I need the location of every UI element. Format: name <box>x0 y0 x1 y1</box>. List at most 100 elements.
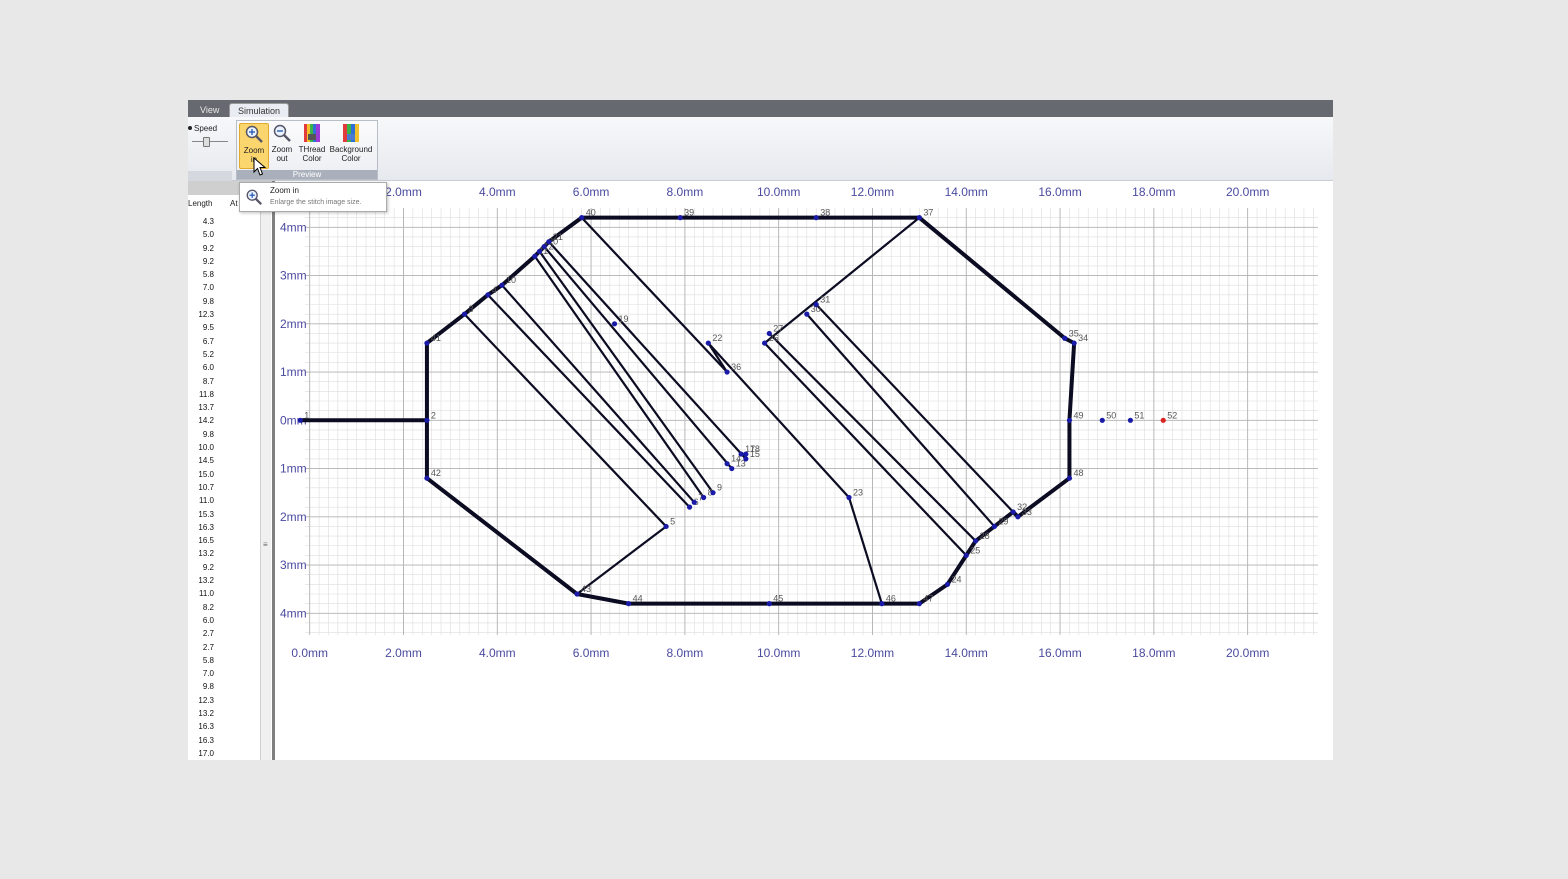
length-row[interactable]: 16.5 <box>192 534 214 547</box>
stitch-point[interactable] <box>625 601 632 607</box>
length-row[interactable]: 9.8 <box>192 295 214 308</box>
length-row[interactable]: 8.7 <box>192 375 214 388</box>
stitch-point[interactable] <box>724 369 730 375</box>
stitch-point[interactable] <box>710 490 716 496</box>
stitch-point[interactable] <box>973 538 979 544</box>
length-row[interactable]: 12.3 <box>192 308 214 321</box>
stitch-point[interactable] <box>846 494 852 501</box>
length-row[interactable]: 5.8 <box>192 268 214 281</box>
length-row[interactable]: 17.0 <box>192 747 214 760</box>
column-header-length[interactable]: Length <box>188 199 212 208</box>
stitch-point[interactable] <box>1127 417 1134 423</box>
stitch-point[interactable] <box>1066 475 1073 481</box>
stitch-point[interactable] <box>766 330 772 337</box>
stitch-point[interactable] <box>879 601 885 607</box>
length-row[interactable]: 16.3 <box>192 720 214 733</box>
length-row[interactable]: 7.0 <box>192 667 214 680</box>
stitch-point[interactable] <box>944 581 951 587</box>
panel-splitter[interactable]: ≡ <box>260 195 271 760</box>
length-row[interactable]: 11.0 <box>192 587 214 600</box>
length-row[interactable]: 13.2 <box>192 707 214 720</box>
stitch-point[interactable] <box>762 340 768 346</box>
stitch-point[interactable] <box>1015 514 1021 520</box>
stitch-point[interactable] <box>663 523 669 530</box>
stitch-point[interactable] <box>424 475 430 481</box>
length-row[interactable]: 9.2 <box>192 242 214 255</box>
length-row[interactable]: 2.7 <box>192 627 214 640</box>
tab-simulation[interactable]: Simulation <box>229 103 290 118</box>
length-row[interactable]: 9.8 <box>192 428 214 441</box>
length-row[interactable]: 12.3 <box>192 694 214 707</box>
zoom-out-button[interactable]: Zoom out <box>270 123 294 167</box>
stitch-point[interactable] <box>729 465 735 472</box>
stitch-point[interactable] <box>813 301 819 308</box>
stitch-point[interactable] <box>916 601 922 607</box>
length-row[interactable]: 6.0 <box>192 361 214 374</box>
stitch-point[interactable] <box>499 282 505 288</box>
length-row[interactable]: 13.7 <box>192 401 214 414</box>
stitch-point[interactable] <box>1071 340 1077 346</box>
stitch-point[interactable] <box>677 215 683 221</box>
stitch-point[interactable] <box>532 253 538 259</box>
stitch-point[interactable] <box>813 215 819 221</box>
speed-slider-track[interactable] <box>192 141 228 142</box>
length-row[interactable]: 9.8 <box>192 680 214 693</box>
stitch-point[interactable] <box>1066 417 1073 423</box>
length-row[interactable]: 15.0 <box>192 468 214 481</box>
length-row[interactable]: 10.0 <box>192 441 214 454</box>
speed-slider-handle[interactable] <box>203 137 210 147</box>
length-row[interactable]: 7.0 <box>192 281 214 294</box>
length-row[interactable]: 5.2 <box>192 348 214 361</box>
length-row[interactable]: 9.2 <box>192 255 214 268</box>
stitch-point[interactable] <box>691 499 697 505</box>
length-row[interactable]: 16.3 <box>192 521 214 534</box>
stitch-point[interactable] <box>424 340 430 346</box>
stitch-point[interactable] <box>743 456 749 462</box>
length-row[interactable]: 13.2 <box>192 547 214 560</box>
stitch-point[interactable] <box>1160 417 1166 423</box>
stitch-canvas[interactable]: 0.0mm0.0mm2.0mm2.0mm4.0mm4.0mm6.0mm6.0mm… <box>275 181 1332 760</box>
stitch-point[interactable] <box>485 292 491 298</box>
length-row[interactable]: 11.8 <box>192 388 214 401</box>
length-row[interactable]: 6.0 <box>192 614 214 627</box>
length-row[interactable]: 5.8 <box>192 654 214 667</box>
length-row[interactable]: 16.3 <box>192 734 214 747</box>
stitch-point[interactable] <box>1010 509 1016 515</box>
stitch-point[interactable] <box>424 417 430 423</box>
stitch-point[interactable] <box>766 601 772 607</box>
stitch-point[interactable] <box>738 451 744 457</box>
stitch-point[interactable] <box>461 311 468 317</box>
stitch-plot[interactable]: 0.0mm0.0mm2.0mm2.0mm4.0mm4.0mm6.0mm6.0mm… <box>275 181 1332 760</box>
length-row[interactable]: 5.0 <box>192 228 214 241</box>
stitch-point[interactable] <box>546 239 552 245</box>
column-header-at[interactable]: At <box>230 199 238 208</box>
stitch-point[interactable] <box>804 311 810 317</box>
length-row[interactable]: 9.2 <box>192 561 214 574</box>
stitch-point[interactable] <box>574 591 580 597</box>
length-row[interactable]: 4.3 <box>192 215 214 228</box>
length-row[interactable]: 6.7 <box>192 335 214 348</box>
stitch-point[interactable] <box>991 523 998 530</box>
tab-view[interactable]: View <box>192 103 227 117</box>
length-row[interactable]: 10.7 <box>192 481 214 494</box>
length-row[interactable]: 15.3 <box>192 508 214 521</box>
stitch-point[interactable] <box>1062 335 1068 341</box>
background-color-button[interactable]: Background Color <box>329 123 373 167</box>
stitch-point[interactable] <box>579 215 585 221</box>
stitch-point[interactable] <box>536 248 543 255</box>
length-row[interactable]: 14.2 <box>192 414 214 427</box>
stitch-point[interactable] <box>611 321 618 327</box>
length-row[interactable]: 11.0 <box>192 494 214 507</box>
stitch-point[interactable] <box>541 243 547 250</box>
thread-color-button[interactable]: THread Color <box>297 123 327 167</box>
stitch-point[interactable] <box>963 552 969 558</box>
length-row[interactable]: 14.5 <box>192 454 214 467</box>
stitch-point[interactable] <box>297 417 303 423</box>
stitch-point[interactable] <box>705 340 711 346</box>
stitch-point[interactable] <box>1099 417 1105 423</box>
length-row[interactable]: 8.2 <box>192 601 214 614</box>
length-row[interactable]: 2.7 <box>192 641 214 654</box>
length-row[interactable]: 13.2 <box>192 574 214 587</box>
stitch-point[interactable] <box>701 494 707 501</box>
length-row[interactable]: 9.5 <box>192 321 214 334</box>
